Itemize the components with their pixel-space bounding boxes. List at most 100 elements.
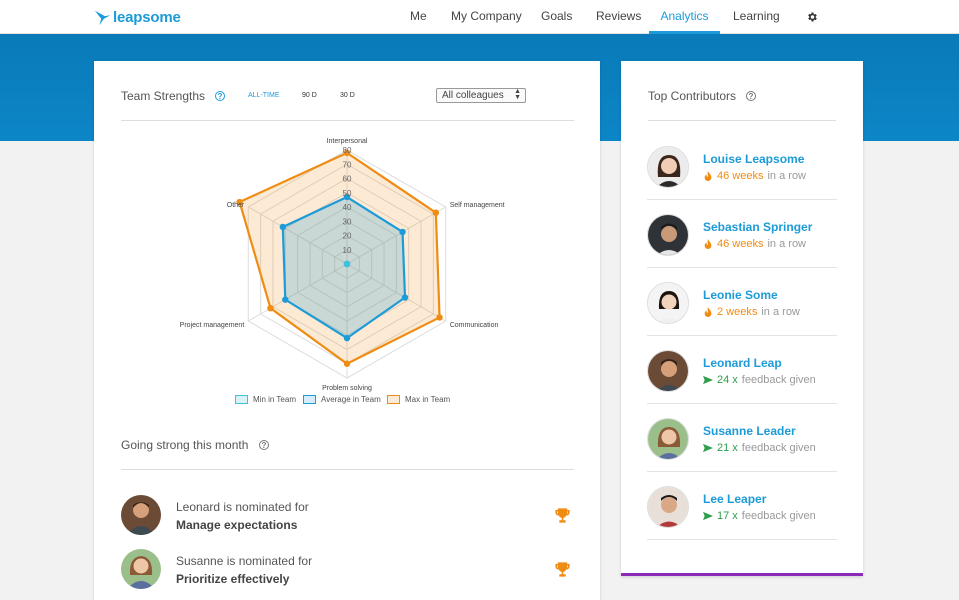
contributor-row[interactable]: Leonie Some 2 weeks in a row [647, 268, 837, 336]
select-arrows-icon: ▲ ▼ [514, 88, 521, 101]
nav-learning[interactable]: Learning [733, 0, 780, 34]
avatar [647, 486, 689, 528]
nav-me[interactable]: Me [410, 0, 427, 34]
avatar[interactable] [121, 495, 161, 535]
contributor-name: Louise Leapsome [703, 152, 805, 166]
radar-point [267, 304, 274, 312]
radar-axis-label: Communication [450, 322, 499, 329]
contributor-stat-value: 24 x [717, 374, 738, 386]
contributor-stat: 46 weeks in a row [703, 170, 806, 182]
radar-point [282, 296, 289, 303]
trophy-icon [555, 562, 570, 577]
nominee-text: Susanne is nominated for [176, 554, 313, 568]
contributor-name: Susanne Leader [703, 424, 796, 438]
contributor-stat-value: 46 weeks [717, 170, 764, 182]
radar-axis-label: Other [227, 202, 245, 209]
help-icon[interactable]: ? [746, 91, 756, 101]
flame-icon [704, 171, 712, 181]
contributor-row[interactable]: Susanne Leader 21 x feedback given [647, 404, 837, 472]
nav-goals[interactable]: Goals [541, 0, 572, 34]
avatar [647, 282, 689, 324]
colleagues-select-value: All colleagues [442, 90, 504, 101]
contributor-name: Leonard Leap [703, 356, 782, 370]
send-icon [703, 375, 713, 385]
nav-reviews[interactable]: Reviews [596, 0, 641, 34]
top-nav: leapsome Me My Company Goals Reviews Ana… [0, 0, 959, 34]
nominee-skill: Manage expectations [176, 518, 298, 532]
radar-point [343, 360, 351, 367]
avatar [647, 418, 689, 460]
contributor-row[interactable]: Louise Leapsome 46 weeks in a row [647, 132, 837, 200]
help-icon[interactable]: ? [215, 91, 225, 101]
team-strengths-card: Team Strengths ? ALL-TIME 90 D 30 D All … [94, 61, 600, 600]
going-strong-title: Going strong this month [121, 438, 249, 452]
contributor-row[interactable]: Leonard Leap 24 x feedback given [647, 336, 837, 404]
send-icon [703, 443, 713, 453]
avatar [647, 350, 689, 392]
divider [648, 120, 836, 121]
legend-max: Max in Team [387, 395, 450, 404]
legend-min: Min in Team [235, 395, 296, 404]
radar-axis-label: Problem solving [322, 385, 372, 392]
avatar [647, 146, 689, 188]
radar-point [343, 260, 351, 268]
radar-scale-label: 70 [343, 160, 352, 169]
legend-max-label: Max in Team [405, 395, 451, 404]
top-contributors-card: Top Contributors ? Louise Leapsome 46 we… [621, 61, 863, 576]
radar-point [343, 334, 351, 342]
nav-my-company[interactable]: My Company [451, 0, 522, 34]
contributor-name: Sebastian Springer [703, 220, 813, 234]
contributor-stat-suffix: in a row [767, 170, 807, 182]
nominee-skill: Prioritize effectively [176, 572, 290, 586]
contributor-stat-value: 46 weeks [717, 238, 764, 250]
radar-point [436, 314, 443, 321]
contributor-stat-suffix: feedback given [741, 442, 816, 454]
filter-90d[interactable]: 90 D [302, 92, 317, 99]
contributor-row[interactable]: Lee Leaper 17 x feedback given [647, 472, 837, 540]
flame-icon [704, 307, 712, 317]
contributor-stat-suffix: in a row [761, 306, 800, 318]
contributor-stat-suffix: feedback given [741, 374, 816, 386]
contributor-stat-value: 2 weeks [717, 306, 758, 318]
gear-icon[interactable] [806, 11, 818, 23]
contributor-stat: 24 x feedback given [703, 374, 816, 386]
legend-average: Average in Team [303, 395, 381, 404]
nominee-text: Leonard is nominated for [176, 500, 309, 514]
contributor-stat-suffix: feedback given [741, 510, 816, 522]
filter-all-time[interactable]: ALL-TIME [248, 92, 280, 99]
contributor-stat-value: 21 x [717, 442, 738, 454]
radar-scale-label: 30 [343, 217, 352, 226]
radar-scale-label: 20 [343, 232, 352, 241]
send-icon [703, 511, 713, 521]
contributor-stat-value: 17 x [717, 510, 738, 522]
radar-scale-label: 40 [343, 203, 352, 212]
contributor-row[interactable]: Sebastian Springer 46 weeks in a row [647, 200, 837, 268]
contributor-stat: 2 weeks in a row [703, 306, 800, 318]
divider [121, 469, 574, 470]
radar-chart: 10 20 30 40 50 60 70 80Interpersonal Self manage… [180, 138, 505, 392]
nominee-row: Leonard is nominated for Manage expectat… [121, 495, 576, 535]
radar-point [401, 294, 409, 301]
filter-30d[interactable]: 30 D [340, 92, 355, 99]
contributor-stat: 21 x feedback given [703, 442, 816, 454]
avatar [647, 214, 689, 256]
legend-average-label: Average in Team [321, 395, 381, 404]
radar-point [399, 228, 406, 236]
legend-min-label: Min in Team [253, 395, 296, 404]
top-contributors-title: Top Contributors [648, 89, 737, 103]
legend-average-swatch [303, 395, 316, 404]
contributor-stat-suffix: in a row [767, 238, 807, 250]
colleagues-select[interactable]: All colleagues ▲ ▼ [436, 88, 526, 103]
radar-scale-label: 80 [343, 146, 352, 155]
contributor-name: Lee Leaper [703, 492, 767, 506]
team-strengths-title: Team Strengths [121, 89, 206, 103]
logo[interactable]: leapsome [94, 7, 181, 27]
nav-analytics[interactable]: Analytics [649, 0, 720, 34]
contributor-stat: 46 weeks in a row [703, 238, 806, 250]
avatar[interactable] [121, 549, 161, 589]
contributor-stat: 17 x feedback given [703, 510, 816, 522]
radar-scale-label: 10 [343, 246, 352, 255]
help-icon[interactable]: ? [259, 440, 269, 450]
legend-min-swatch [235, 395, 248, 404]
radar-scale-label: 50 [343, 189, 352, 198]
